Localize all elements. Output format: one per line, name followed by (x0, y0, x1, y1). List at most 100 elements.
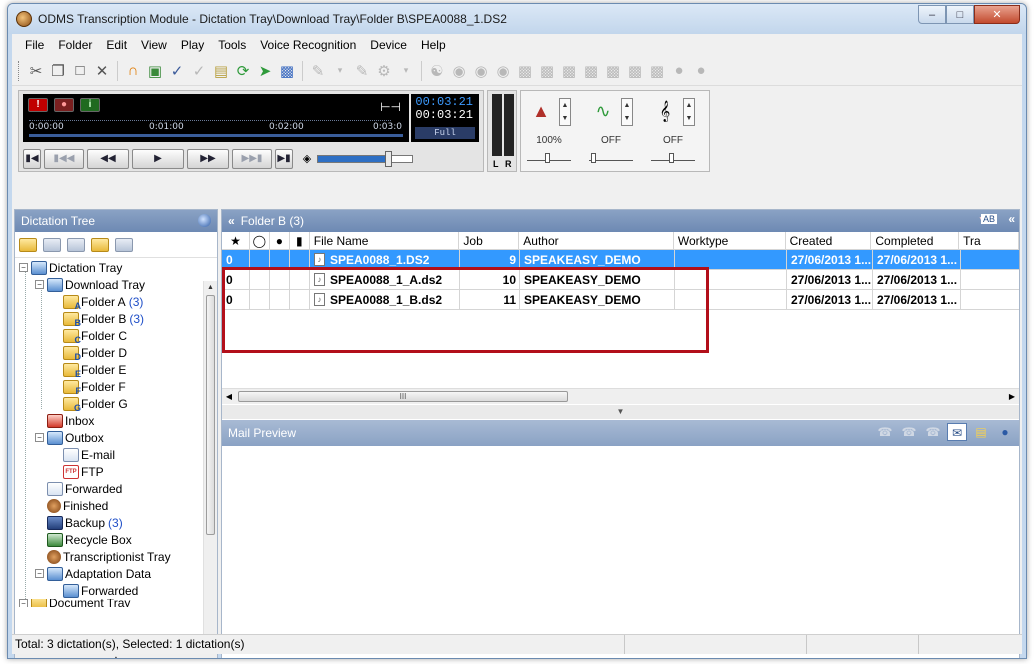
column-completed[interactable]: Completed (871, 232, 960, 249)
tone-spinner[interactable]: ▲ ▼ (683, 98, 695, 126)
noise-thumb[interactable] (591, 153, 596, 163)
alert-icon[interactable]: ! (28, 98, 48, 112)
voice-icon-9[interactable]: ▩ (603, 61, 623, 81)
tree-item-folder-d[interactable]: D Folder D (15, 344, 203, 362)
column-worktype[interactable]: Worktype (674, 232, 786, 249)
send-icon[interactable]: ➤ (255, 61, 275, 81)
voice-icon-4[interactable]: ◉ (493, 61, 513, 81)
voice-icon-12[interactable]: ● (669, 61, 689, 81)
mail-view-icon[interactable]: ✉ (947, 423, 967, 441)
properties-icon[interactable]: ▣ (145, 61, 165, 81)
tree-item-recycle-box[interactable]: Recycle Box (15, 531, 203, 548)
lock-column-icon[interactable]: ▮ (290, 232, 310, 249)
tree-item-folder-g[interactable]: G Folder G (15, 395, 203, 413)
forward-icon[interactable]: ☎ (923, 423, 943, 441)
column-transcriptionist[interactable]: Tra (959, 232, 1020, 249)
comment-column-icon[interactable]: ◯ (250, 232, 270, 249)
collapse-right-icon[interactable]: « (1008, 212, 1015, 226)
tree-scrollbar[interactable]: ▲ ▼ (203, 281, 217, 650)
noise-spinner[interactable]: ▲ ▼ (621, 98, 633, 126)
tree-item-ftp[interactable]: FTP FTP (15, 463, 203, 480)
voice-icon-5[interactable]: ▩ (515, 61, 535, 81)
tree-item-inbox[interactable]: Inbox (15, 412, 203, 429)
speed-thumb[interactable] (545, 153, 550, 163)
tree-item-outbox[interactable]: − Outbox (15, 429, 203, 446)
finish-icon[interactable]: ✓ (167, 61, 187, 81)
menu-tools[interactable]: Tools (211, 38, 253, 52)
tree-item-download-tray[interactable]: − Download Tray (15, 276, 203, 293)
folder-open-icon[interactable] (91, 237, 109, 252)
new-folder-icon[interactable] (19, 237, 37, 252)
voice-icon-11[interactable]: ▩ (647, 61, 667, 81)
tree-item-dictation-tray[interactable]: − Dictation Tray (15, 259, 203, 276)
skip-end-button[interactable]: ▶▮ (275, 149, 293, 169)
tree-item-adaptation-data[interactable]: − Adaptation Data (15, 565, 203, 582)
list-scrollbar[interactable]: ◀ III ▶ (222, 388, 1019, 404)
voice-icon-1[interactable]: ☯ (427, 61, 447, 81)
refresh-icon[interactable]: ⟳ (233, 61, 253, 81)
fast-forward-button[interactable]: ▶▶ (187, 149, 229, 169)
voice-icon-3[interactable]: ◉ (471, 61, 491, 81)
collapse-icon[interactable]: − (35, 433, 44, 442)
folder-properties-icon[interactable] (43, 237, 61, 252)
collapse-icon[interactable]: − (35, 280, 44, 289)
voice-icon-6[interactable]: ▩ (537, 61, 557, 81)
tree-item-folder-c[interactable]: C Folder C (15, 327, 203, 345)
voice-icon-7[interactable]: ▩ (559, 61, 579, 81)
folder-delete-icon[interactable] (67, 237, 85, 252)
tree-item-email[interactable]: E-mail (15, 446, 203, 463)
collapse-icon[interactable]: − (19, 263, 28, 272)
note-column-icon[interactable]: ● (270, 232, 290, 249)
tree-item-folder-b[interactable]: B Folder B (3) (15, 310, 203, 328)
reply-icon[interactable]: ☎ (875, 423, 895, 441)
tree-item-finished[interactable]: Finished (15, 497, 203, 514)
voice-icon-2[interactable]: ◉ (449, 61, 469, 81)
attachment-view-icon[interactable]: ▤ (971, 423, 991, 441)
tree-item-forwarded[interactable]: Forwarded (15, 480, 203, 497)
scroll-right-icon[interactable]: ▶ (1005, 389, 1019, 405)
noise-slider[interactable] (589, 153, 633, 163)
scroll-left-icon[interactable]: ◀ (222, 389, 236, 405)
pending-icon[interactable]: ✓ (189, 61, 209, 81)
pen-icon[interactable]: ✎ (308, 61, 328, 81)
play-button[interactable]: ▶ (132, 149, 184, 169)
screen-icon[interactable]: ▩ (277, 61, 297, 81)
column-job[interactable]: Job (459, 232, 520, 249)
menu-help[interactable]: Help (414, 38, 453, 52)
paste-icon[interactable]: □ (70, 61, 90, 81)
collapse-pane-icon[interactable]: « (228, 214, 235, 228)
pane-splitter[interactable]: ▼ (222, 405, 1019, 419)
headset-icon[interactable]: ∩ (123, 61, 143, 81)
collapse-icon[interactable]: − (19, 599, 28, 607)
tree-item-folder-f[interactable]: F Folder F (15, 378, 203, 396)
menu-voice-recognition[interactable]: Voice Recognition (253, 38, 363, 52)
voice-icon-13[interactable]: ● (691, 61, 711, 81)
delete-icon[interactable]: ✕ (92, 61, 112, 81)
menu-view[interactable]: View (134, 38, 174, 52)
dropdown-icon[interactable]: ▾ (330, 61, 350, 81)
tone-thumb[interactable] (669, 153, 674, 163)
book-icon[interactable]: ▤ (211, 61, 231, 81)
volume-slider[interactable] (317, 151, 413, 167)
copy-icon[interactable]: ❐ (48, 61, 68, 81)
priority-column-icon[interactable]: ★ (222, 232, 250, 249)
rewind-button[interactable]: ◀◀ (87, 149, 129, 169)
scroll-thumb[interactable]: III (238, 391, 568, 402)
pin-icon[interactable]: ● (995, 423, 1015, 441)
folder-settings-icon[interactable] (115, 237, 133, 252)
settings-icon[interactable]: ⚙ (374, 61, 394, 81)
dropdown-icon[interactable]: ▾ (396, 61, 416, 81)
speed-spinner[interactable]: ▲ ▼ (559, 98, 571, 126)
playback-progress[interactable] (29, 134, 403, 137)
tree-item-transcriptionist-tray[interactable]: Transcriptionist Tray (15, 548, 203, 565)
column-author[interactable]: Author (519, 232, 674, 249)
tree-item-folder-a[interactable]: A Folder A (3) (15, 293, 203, 311)
menu-folder[interactable]: Folder (51, 38, 99, 52)
close-button[interactable]: ✕ (974, 5, 1020, 24)
menu-edit[interactable]: Edit (99, 38, 134, 52)
menu-play[interactable]: Play (174, 38, 211, 52)
voice-icon-8[interactable]: ▩ (581, 61, 601, 81)
column-file-name[interactable]: File Name (310, 232, 460, 249)
maximize-button[interactable]: □ (946, 5, 974, 24)
search-icon[interactable]: AB (980, 214, 997, 224)
